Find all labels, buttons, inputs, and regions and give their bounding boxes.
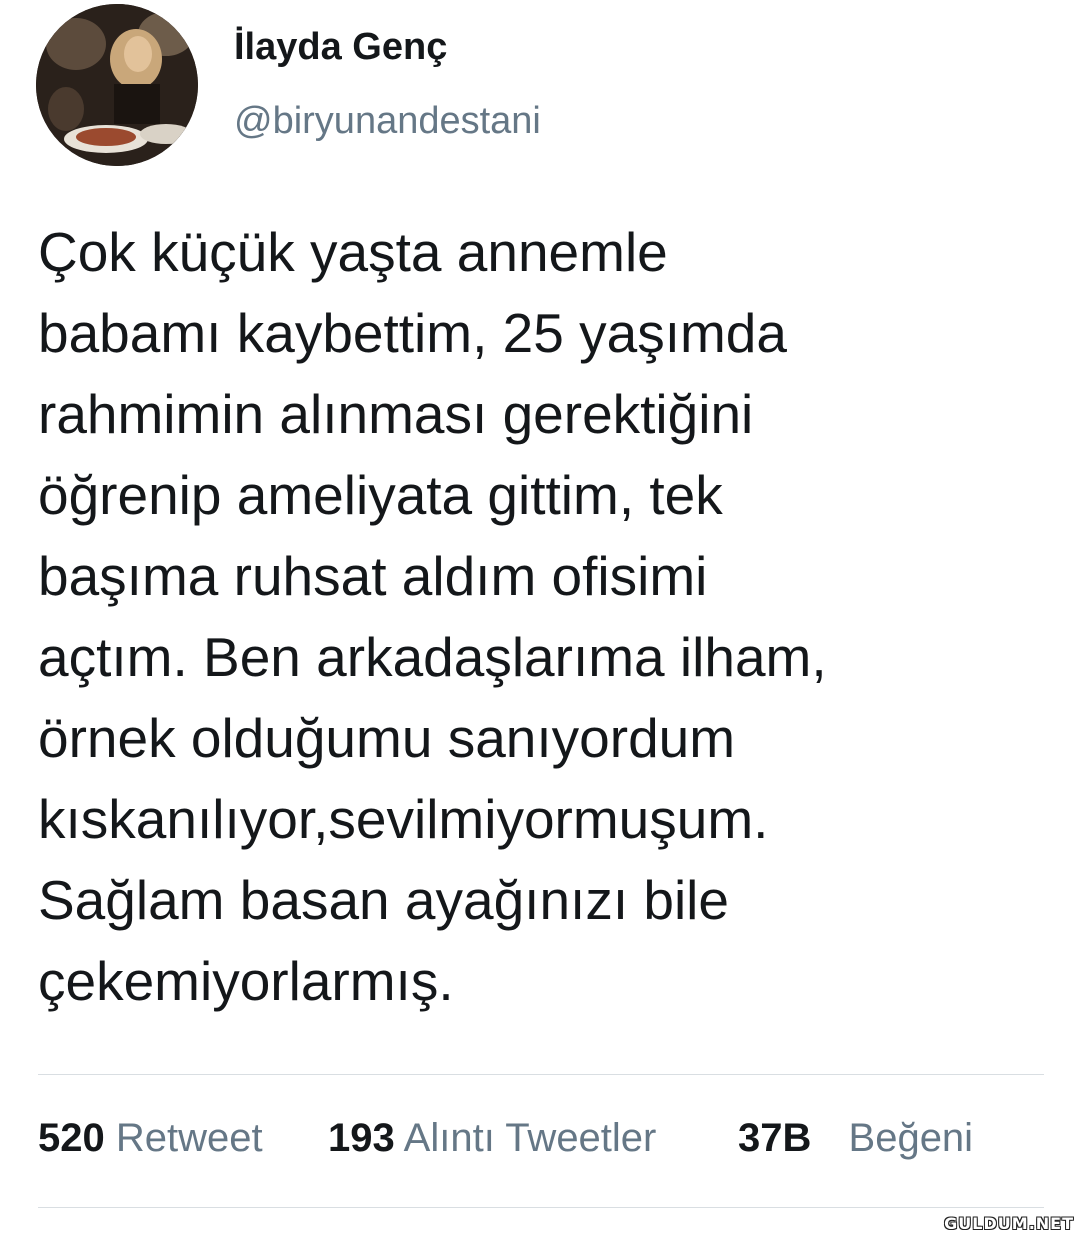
quote-label: Alıntı Tweetler xyxy=(403,1116,657,1160)
watermark: GULDUM.NET xyxy=(944,1214,1074,1233)
tweet-line: çekemiyorlarmış. xyxy=(38,950,454,1012)
divider xyxy=(38,1074,1044,1075)
display-name[interactable]: İlayda Genç xyxy=(234,26,447,69)
tweet-line: açtım. Ben arkadaşlarıma ilham, xyxy=(38,626,827,688)
tweet-line: örnek olduğumu sanıyordum xyxy=(38,707,736,769)
divider xyxy=(38,1207,1044,1208)
like-stat[interactable]: 37B Beğeni xyxy=(738,1116,973,1161)
avatar[interactable] xyxy=(36,4,198,166)
tweet-line: Sağlam basan ayağınızı bile xyxy=(38,869,729,931)
like-count: 37B xyxy=(738,1116,812,1160)
avatar-photo xyxy=(36,4,198,166)
tweet-line: Çok küçük yaşta annemle xyxy=(38,221,668,283)
tweet-line: kıskanılıyor,sevilmiyormuşum. xyxy=(38,788,769,850)
tweet-line: başıma ruhsat aldım ofisimi xyxy=(38,545,708,607)
quote-count: 193 xyxy=(328,1116,395,1160)
tweet-line: babamı kaybettim, 25 yaşımda xyxy=(38,302,787,364)
quote-stat[interactable]: 193 Alıntı Tweetler xyxy=(328,1116,656,1161)
retweet-count: 520 xyxy=(38,1116,105,1160)
tweet-text: Çok küçük yaşta annemle babamı kaybettim… xyxy=(38,212,1048,1022)
retweet-label: Retweet xyxy=(115,1116,263,1160)
tweet-line: öğrenip ameliyata gittim, tek xyxy=(38,464,723,526)
retweet-stat[interactable]: 520 Retweet xyxy=(38,1116,263,1161)
user-handle[interactable]: @biryunandestani xyxy=(234,100,541,143)
like-label: Beğeni xyxy=(848,1116,974,1160)
tweet-line: rahmimin alınması gerektiğini xyxy=(38,383,754,445)
